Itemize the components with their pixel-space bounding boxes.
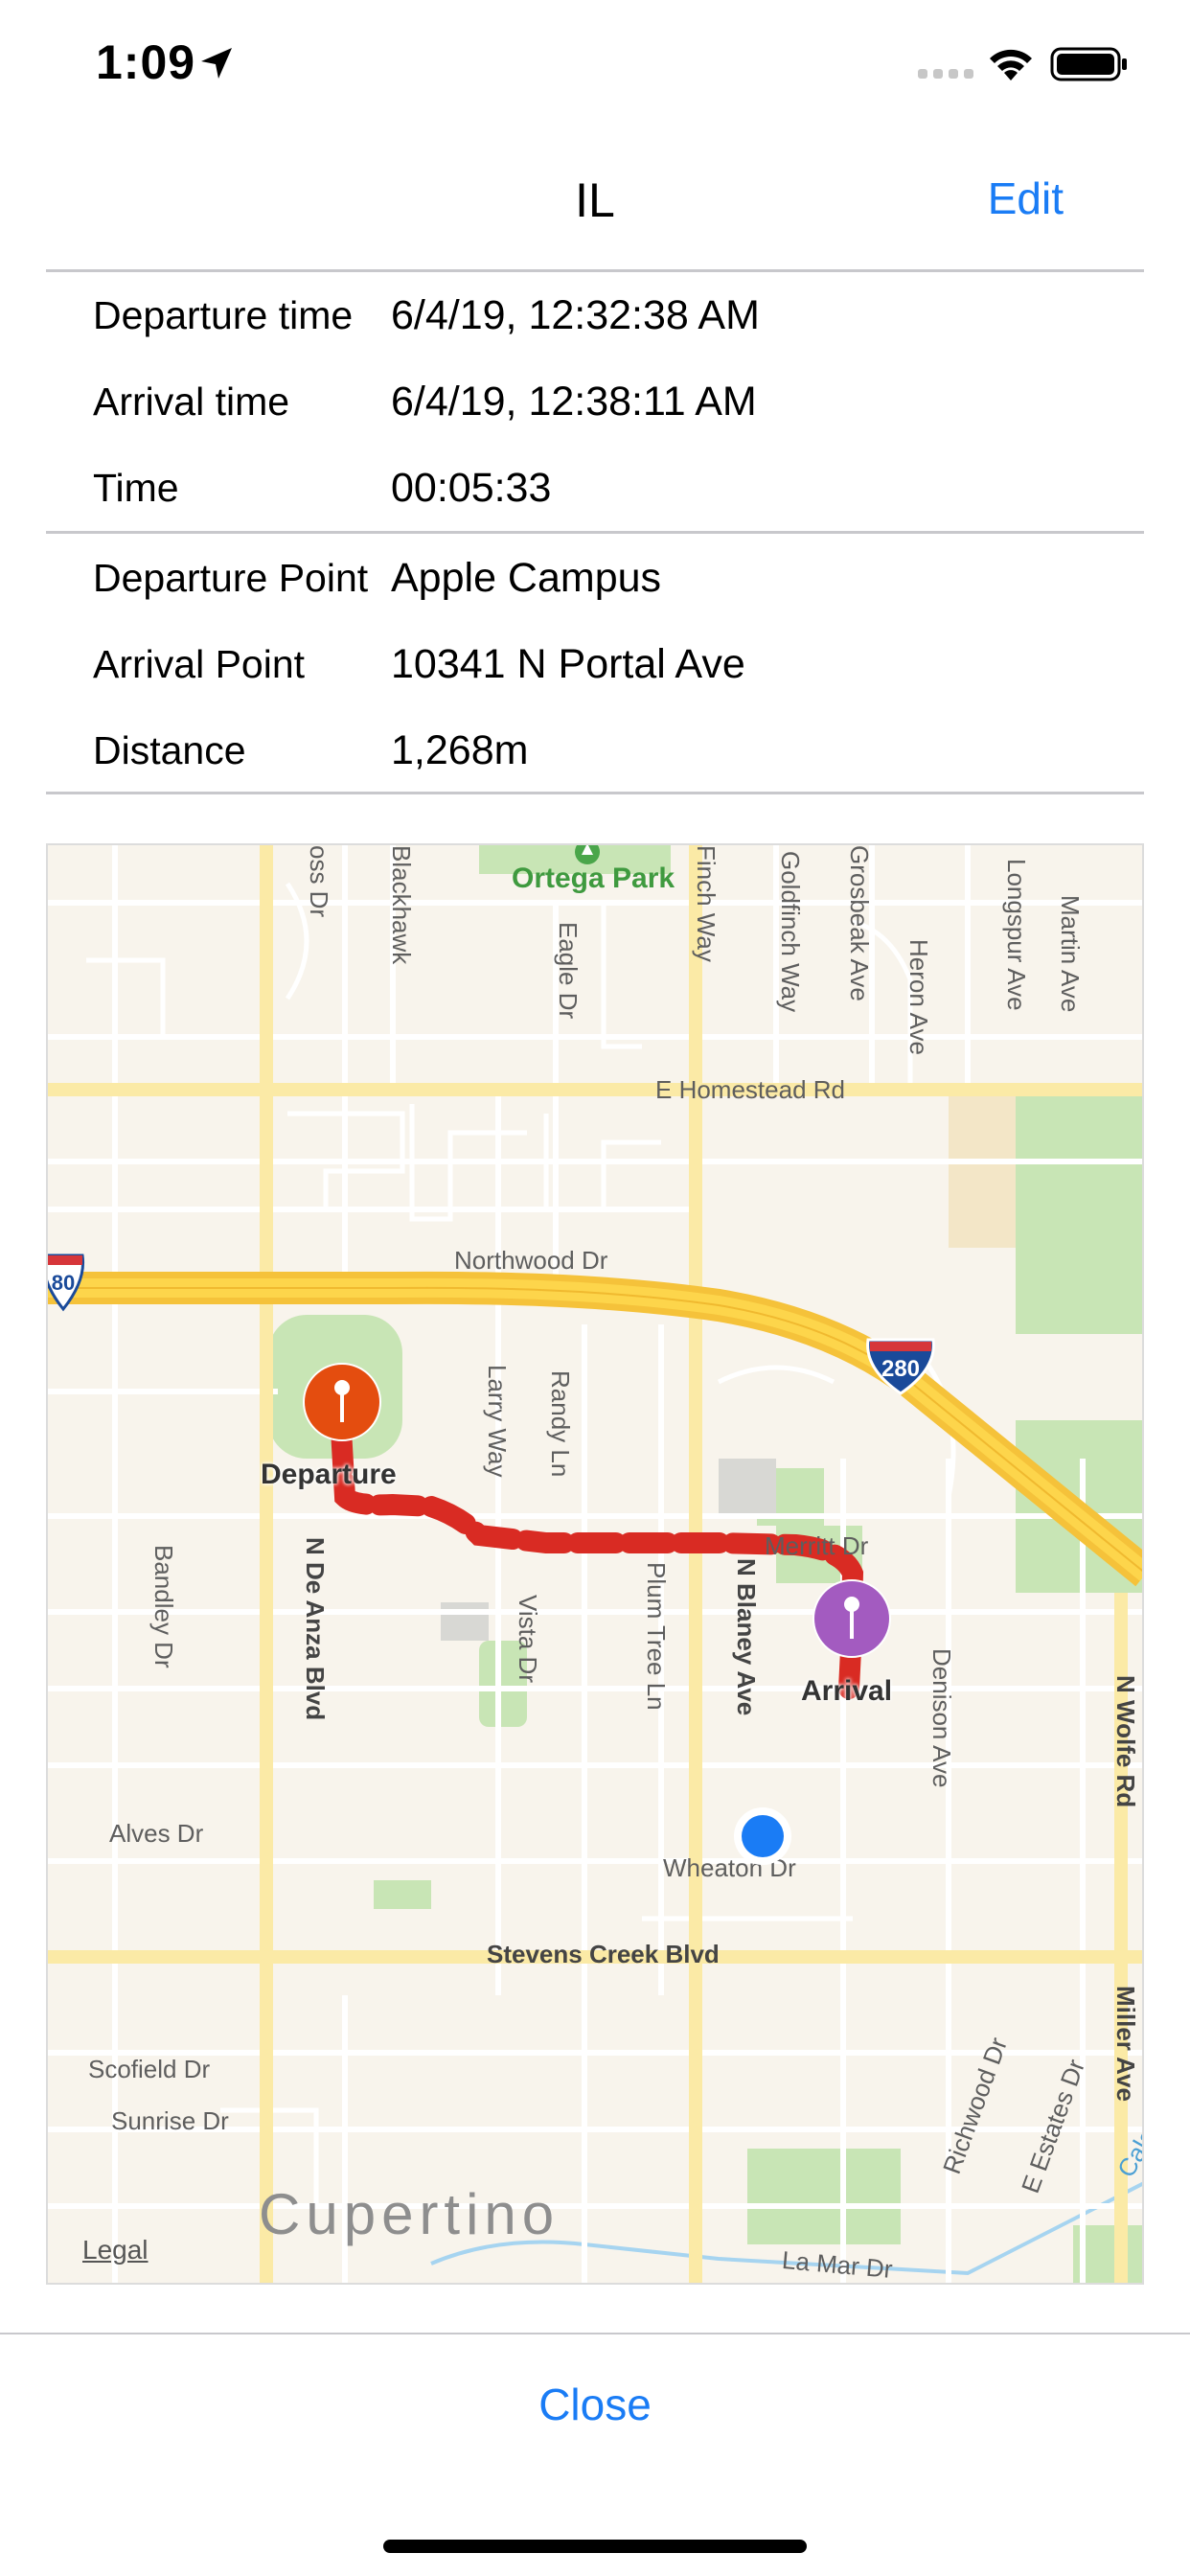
arrival-pin-label: Arrival (801, 1675, 893, 1707)
status-time: 1:09 (96, 35, 196, 89)
street-label: N De Anza Blvd (301, 1537, 330, 1721)
street-label: N Blaney Ave (732, 1558, 761, 1716)
park-label: Ortega Park (512, 862, 675, 894)
street-label: Blackhawk (387, 845, 416, 965)
street-label: Miller Ave (1111, 1986, 1140, 2102)
battery-icon (1050, 47, 1127, 81)
location-arrow-icon (201, 48, 232, 79)
time-value: 00:05:33 (391, 465, 552, 511)
edit-button[interactable]: Edit (988, 172, 1064, 224)
departure-time-value: 6/4/19, 12:32:38 AM (391, 292, 760, 338)
street-label: Northwood Dr (454, 1246, 608, 1275)
cellular-signal-icon (918, 69, 973, 79)
street-label: Plum Tree Ln (642, 1562, 671, 1711)
highway-shield-icon: 80 (48, 1254, 85, 1312)
street-label: Alves Dr (109, 1819, 204, 1848)
highway-shield-label: 80 (52, 1271, 75, 1295)
street-label: Grosbeak Ave (845, 845, 874, 1001)
departure-point-value: Apple Campus (391, 555, 662, 601)
divider (46, 792, 1144, 794)
street-label: Bandley Dr (149, 1545, 178, 1668)
close-button[interactable]: Close (0, 2379, 1190, 2430)
current-location-icon (734, 1807, 791, 1865)
street-label: Scofield Dr (88, 2055, 211, 2083)
departure-time-label: Departure time (93, 293, 354, 337)
street-label: Martin Ave (1056, 895, 1085, 1013)
wifi-icon (990, 49, 1032, 80)
arrival-point-label: Arrival Point (93, 642, 306, 686)
highway-shield-label: 280 (881, 1356, 920, 1382)
street-label: Longspur Ave (1002, 859, 1031, 1011)
departure-point-label: Departure Point (93, 556, 369, 600)
divider (46, 269, 1144, 272)
distance-label: Distance (93, 728, 246, 772)
street-label: E Homestead Rd (655, 1075, 845, 1104)
street-label: N Wolfe Rd (1111, 1675, 1140, 1808)
arrival-pin-icon[interactable] (811, 1577, 893, 1673)
distance-value: 1,268m (391, 727, 529, 773)
city-label: Cupertino (259, 2182, 561, 2246)
street-label: Denison Ave (927, 1648, 956, 1788)
arrival-time-label: Arrival time (93, 380, 290, 424)
street-label: Vista Dr (514, 1595, 542, 1683)
street-label: Randy Ln (546, 1370, 575, 1478)
divider (0, 2333, 1190, 2334)
arrival-time-value: 6/4/19, 12:38:11 AM (391, 379, 757, 425)
street-label: Goldfinch Way (776, 851, 805, 1013)
home-indicator (383, 2540, 807, 2553)
street-label: Stevens Creek Blvd (487, 1940, 720, 1968)
time-label: Time (93, 466, 179, 510)
street-label: Larry Way (483, 1365, 512, 1478)
highway-shield-icon: 280 (866, 1338, 935, 1395)
status-bar: 1:09 (0, 0, 1190, 129)
route-map[interactable]: 80 280 Ortega Park E Homestead Rd Northw… (46, 843, 1144, 2285)
street-label: Merritt Dr (765, 1531, 869, 1560)
arrival-point-value: 10341 N Portal Ave (391, 641, 745, 687)
street-label: Heron Ave (904, 939, 933, 1055)
divider (46, 531, 1144, 534)
street-label: oss Dr (305, 845, 333, 918)
street-label: Sunrise Dr (111, 2106, 229, 2135)
legal-link[interactable]: Legal (82, 2235, 149, 2266)
departure-pin-label: Departure (261, 1459, 397, 1490)
departure-pin-icon[interactable] (301, 1361, 383, 1457)
street-label: Finch Way (692, 845, 721, 962)
street-label: Eagle Dr (554, 922, 583, 1020)
